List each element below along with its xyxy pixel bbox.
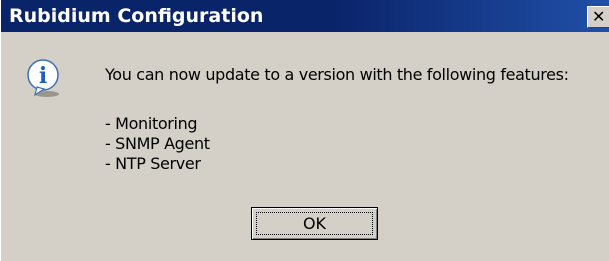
information-icon: i [27, 59, 59, 97]
feature-item: - Monitoring [105, 114, 198, 133]
close-button[interactable]: ✕ [587, 6, 609, 28]
feature-item: - SNMP Agent [105, 134, 210, 153]
close-icon: ✕ [592, 7, 606, 26]
window-title: Rubidium Configuration [9, 5, 264, 27]
ok-button-label: OK [302, 214, 327, 233]
icon-glyph: i [39, 63, 47, 89]
dialog-window: Rubidium Configuration ✕ i You can now u… [0, 0, 609, 261]
feature-item: - NTP Server [105, 154, 201, 173]
message-text: You can now update to a version with the… [105, 65, 569, 84]
feature-list: - Monitoring - SNMP Agent - NTP Server [105, 114, 210, 174]
title-bar[interactable]: Rubidium Configuration ✕ [1, 0, 609, 32]
ok-button[interactable]: OK [251, 207, 378, 240]
